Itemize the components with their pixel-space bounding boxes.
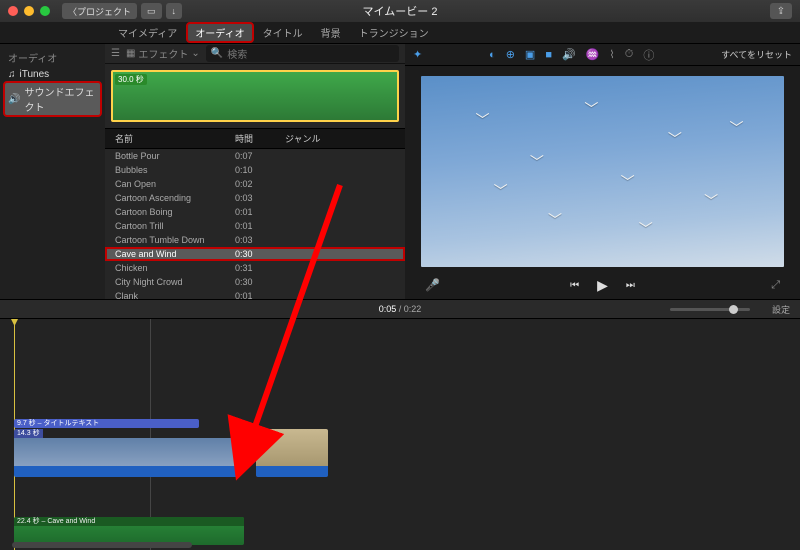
info-icon[interactable]: ⓘ xyxy=(643,47,654,63)
tab-title[interactable]: タイトル xyxy=(255,23,311,42)
noise-icon[interactable]: ⌇ xyxy=(609,48,614,61)
duration-tag: 30.0 秒 xyxy=(115,74,147,85)
clip-audio-waveform xyxy=(256,466,328,477)
music-icon: ♫ xyxy=(8,69,16,80)
volume-icon[interactable]: 🔊 xyxy=(562,48,576,61)
clip-audio-waveform xyxy=(14,466,240,477)
col-name[interactable]: 名前 xyxy=(105,132,235,145)
fullscreen-icon[interactable]: ⤢ xyxy=(771,279,780,292)
transport-controls: 🎤 ⏮ ▶ ⏭ ⤢ xyxy=(405,271,800,299)
table-row[interactable]: Cartoon Boing0:01 xyxy=(105,205,405,219)
library-view-button[interactable]: ▭ xyxy=(141,3,162,19)
sidebar-header: オーディオ xyxy=(0,48,105,67)
settings-button[interactable]: 設定 xyxy=(772,303,790,316)
audio-clip[interactable]: 22.4 秒 – Cave and Wind xyxy=(14,517,244,545)
table-row[interactable]: Cartoon Ascending0:03 xyxy=(105,191,405,205)
timecode: 0:05 / 0:22 xyxy=(379,304,422,314)
audio-sidebar: オーディオ ♫ iTunes 🔊 サウンドエフェクト xyxy=(0,44,105,299)
clip-duration-label: 14.3 秒 xyxy=(14,429,43,438)
viewer-toolbar: ✦ ◐ ⊕ ▣ ■ 🔊 ♒ ⌇ ⏱ ⓘ すべてをリセット xyxy=(405,44,800,66)
tab-background[interactable]: 背景 xyxy=(313,23,349,42)
video-clip-2[interactable] xyxy=(256,429,328,477)
title-clip[interactable]: 9.7 秒 – タイトルテキスト xyxy=(14,419,199,428)
camera-icon[interactable]: ■ xyxy=(545,49,552,61)
import-button[interactable]: ↓ xyxy=(166,3,183,19)
window-controls xyxy=(8,6,50,16)
waveform-preview[interactable]: 30.0 秒 xyxy=(111,70,399,122)
clip-thumbnail xyxy=(256,429,328,466)
sidebar-item-sound-effects[interactable]: 🔊 サウンドエフェクト xyxy=(4,82,101,116)
table-row[interactable]: City Night Crowd0:30 xyxy=(105,275,405,289)
table-row[interactable]: Bubbles0:10 xyxy=(105,163,405,177)
table-body: Bottle Pour0:07Bubbles0:10Can Open0:02Ca… xyxy=(105,149,405,299)
prev-button[interactable]: ⏮ xyxy=(570,280,579,291)
chevron-down-icon: ⌄ xyxy=(191,48,199,59)
equalizer-icon[interactable]: ♒ xyxy=(586,48,600,61)
timeline[interactable]: 9.7 秒 – タイトルテキスト 14.3 秒 ⋈ 22.4 秒 – Cave … xyxy=(0,319,800,550)
adjust-icon[interactable]: ◐ xyxy=(489,49,496,61)
table-row[interactable]: Cartoon Trill0:01 xyxy=(105,219,405,233)
table-row[interactable]: Can Open0:02 xyxy=(105,177,405,191)
wand-icon[interactable]: ✦ xyxy=(413,48,422,61)
table-header: 名前 時間 ジャンル xyxy=(105,128,405,149)
mic-icon[interactable]: 🎤 xyxy=(425,278,440,292)
tab-transition[interactable]: トランジション xyxy=(351,23,437,42)
maximize-icon[interactable] xyxy=(40,6,50,16)
viewer-panel: ✦ ◐ ⊕ ▣ ■ 🔊 ♒ ⌇ ⏱ ⓘ すべてをリセット ﹀ ﹀ ﹀ ﹀ ﹀ ﹀… xyxy=(405,44,800,299)
speaker-icon: 🔊 xyxy=(8,94,20,105)
minimize-icon[interactable] xyxy=(24,6,34,16)
table-row[interactable]: Bottle Pour0:07 xyxy=(105,149,405,163)
speed-icon[interactable]: ⏱ xyxy=(625,48,634,61)
media-tabs: マイメディア オーディオ タイトル 背景 トランジション xyxy=(0,22,800,44)
play-button[interactable]: ▶ xyxy=(597,277,608,294)
col-genre[interactable]: ジャンル xyxy=(285,132,405,145)
color-wheel-icon[interactable]: ⊕ xyxy=(506,48,515,61)
tab-my-media[interactable]: マイメディア xyxy=(110,23,185,42)
back-button[interactable]: 〈 プロジェクト xyxy=(62,3,137,19)
audio-browser: ☰ ▦ エフェクト ⌄ 🔍 検索 30.0 秒 名前 時間 ジャンル Bottl… xyxy=(105,44,405,299)
video-track: 14.3 秒 xyxy=(14,429,240,477)
clip-thumbnail xyxy=(14,438,240,466)
sidebar-item-itunes[interactable]: ♫ iTunes xyxy=(0,67,105,82)
audio-clip-label: 22.4 秒 – Cave and Wind xyxy=(14,517,244,526)
table-row[interactable]: Cartoon Tumble Down0:03 xyxy=(105,233,405,247)
list-view-icon[interactable]: ☰ xyxy=(111,48,120,59)
share-button[interactable]: ⇪ xyxy=(770,3,792,19)
col-time[interactable]: 時間 xyxy=(235,132,285,145)
crop-icon[interactable]: ▣ xyxy=(525,48,535,61)
filter-dropdown[interactable]: ▦ エフェクト ⌄ xyxy=(126,46,200,61)
next-button[interactable]: ⏭ xyxy=(626,280,635,291)
zoom-slider[interactable] xyxy=(670,308,750,311)
sidebar-item-label: iTunes xyxy=(20,69,50,80)
tab-audio[interactable]: オーディオ xyxy=(187,23,252,42)
video-preview[interactable]: ﹀ ﹀ ﹀ ﹀ ﹀ ﹀ ﹀ ﹀ ﹀ ﹀ xyxy=(421,76,784,267)
transition-icon[interactable]: ⋈ xyxy=(237,441,253,455)
table-row[interactable]: Clank0:01 xyxy=(105,289,405,299)
close-icon[interactable] xyxy=(8,6,18,16)
table-row[interactable]: Cave and Wind0:30 xyxy=(105,247,405,261)
timeline-header: 0:05 / 0:22 設定 xyxy=(0,299,800,319)
video-clip-1[interactable]: 14.3 秒 xyxy=(14,429,240,477)
titlebar: 〈 プロジェクト ▭ ↓ マイムービー 2 ⇪ xyxy=(0,0,800,22)
horizontal-scrollbar[interactable] xyxy=(12,542,192,548)
table-row[interactable]: Chicken0:31 xyxy=(105,261,405,275)
search-icon: 🔍 xyxy=(211,48,223,59)
search-input[interactable]: 🔍 検索 xyxy=(206,45,399,62)
sidebar-item-label: サウンドエフェクト xyxy=(24,84,97,114)
reset-all-button[interactable]: すべてをリセット xyxy=(721,48,792,61)
search-placeholder: 検索 xyxy=(227,46,247,61)
